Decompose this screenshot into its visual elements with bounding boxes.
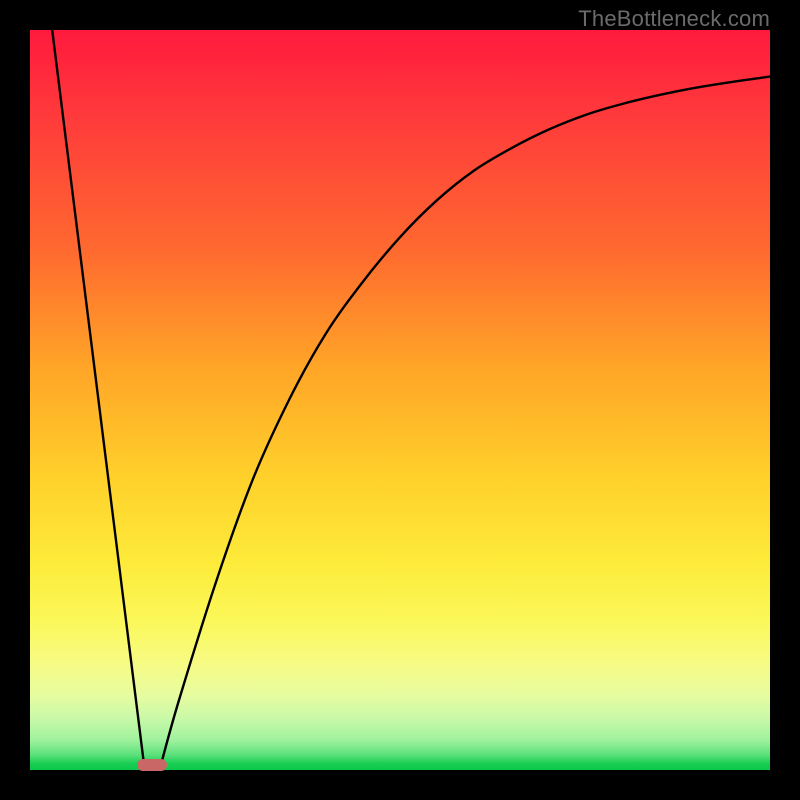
left-branch-line (52, 30, 145, 770)
minimum-marker (137, 759, 167, 771)
right-branch-line (160, 77, 771, 770)
curve-layer (30, 30, 770, 770)
plot-area (30, 30, 770, 770)
chart-frame: TheBottleneck.com (0, 0, 800, 800)
watermark-text: TheBottleneck.com (578, 6, 770, 32)
